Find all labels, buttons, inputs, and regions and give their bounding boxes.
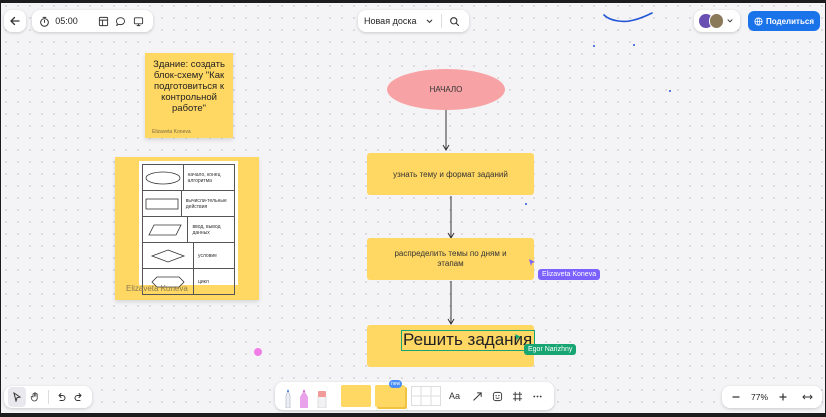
zoom-in-icon[interactable] (773, 387, 793, 407)
connector-tool-icon[interactable] (467, 386, 487, 406)
process-label: распределить темы по дням и этапам (394, 249, 507, 268)
select-tool-icon[interactable] (8, 387, 27, 407)
new-badge: new (389, 380, 403, 388)
frame-tool-icon[interactable] (507, 386, 527, 406)
zoom-level[interactable]: 77% (751, 392, 768, 402)
stamp-icon[interactable] (487, 386, 507, 406)
cursor-pointer-icon (515, 334, 521, 341)
redo-icon[interactable] (70, 387, 88, 407)
start-oval[interactable]: НАЧАЛО (387, 69, 505, 110)
table-tool-icon[interactable] (411, 386, 441, 406)
more-icon[interactable] (527, 386, 547, 406)
process-block[interactable]: Решить задания (367, 325, 535, 367)
zoom-out-icon[interactable] (726, 387, 746, 407)
marker-icon[interactable] (295, 384, 313, 408)
navigation-panel (4, 386, 92, 408)
process-block[interactable]: распределить темы по дням и этапам (367, 238, 534, 280)
cursor-label: Egor Narizhny (524, 344, 577, 355)
cursor-pointer-icon (529, 259, 535, 266)
process-label: узнать тему и формат заданий (393, 169, 508, 179)
sticky-stack-tool[interactable]: new (375, 380, 405, 407)
process-label-editing[interactable]: Решить задания (403, 330, 532, 350)
pen-icon[interactable] (281, 384, 295, 408)
undo-icon[interactable] (51, 387, 69, 407)
cursor-label: Elizaveta Koneva (538, 269, 601, 280)
text-tool[interactable]: Aa (449, 391, 463, 401)
creation-toolbar: new Aa (275, 380, 554, 410)
sticky-note-tool[interactable] (341, 385, 371, 407)
eraser-icon[interactable] (313, 384, 331, 408)
zoom-panel: 77% (722, 386, 822, 408)
divider (47, 390, 49, 404)
start-label: НАЧАЛО (429, 85, 463, 94)
process-block[interactable]: узнать тему и формат заданий (367, 153, 534, 195)
fit-to-screen-icon[interactable] (798, 387, 818, 407)
hand-tool-icon[interactable] (26, 387, 44, 407)
